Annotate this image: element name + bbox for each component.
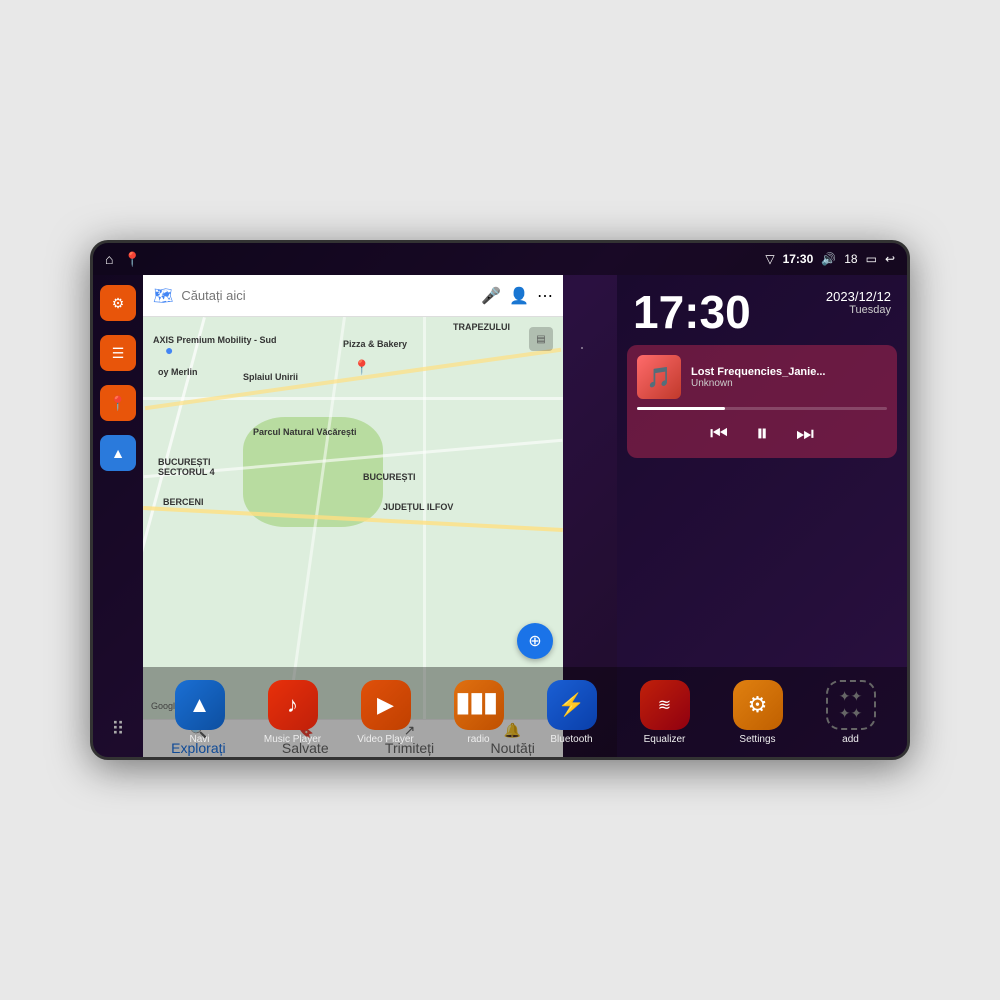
album-art: 🎵	[637, 355, 681, 399]
track-meta: Lost Frequencies_Janie... Unknown	[691, 366, 887, 389]
settings-label: Settings	[739, 734, 775, 745]
video-player-label: Video Player	[357, 734, 414, 745]
app-music-player[interactable]: ♪ Music Player	[259, 680, 327, 745]
music-player-icon: ♪	[268, 680, 318, 730]
navi-label: Navi	[189, 734, 209, 745]
prev-track-btn[interactable]: ⏮	[710, 423, 728, 446]
map-pizza-label: Pizza & Bakery	[343, 339, 407, 349]
progress-fill	[637, 407, 725, 410]
car-head-unit: ⌂ 📍 ▽ 17:30 🔊 18 ▭ ↩	[90, 240, 910, 760]
app-navi[interactable]: ▲ Navi	[166, 680, 234, 745]
map-bucuresti-label: BUCUREȘTI	[363, 472, 416, 482]
map-search-input[interactable]	[181, 288, 473, 303]
sidebar-apps-btn[interactable]: ⠿	[100, 711, 136, 747]
mic-icon[interactable]: 🎤	[481, 286, 501, 306]
map-park-label: Parcul Natural Văcărești	[253, 427, 357, 437]
sidebar-maps-btn[interactable]: 📍	[100, 385, 136, 421]
home-icon[interactable]: ⌂	[105, 251, 113, 267]
add-label: add	[842, 734, 859, 745]
clock-time: 17:30	[633, 289, 751, 335]
map-splaiul-label: Splaiul Unirii	[243, 372, 298, 382]
app-settings[interactable]: ⚙ Settings	[724, 680, 792, 745]
app-radio[interactable]: ▊▊▊ radio	[445, 680, 513, 745]
app-video-player[interactable]: ▶ Video Player	[352, 680, 420, 745]
back-icon[interactable]: ↩	[885, 252, 895, 266]
music-controls: ⏮ ⏸ ⏭	[637, 420, 887, 448]
map-marker-icon[interactable]: 📍	[123, 251, 140, 268]
app-add[interactable]: ✦✦✦✦ add	[817, 680, 885, 745]
equalizer-label: Equalizer	[644, 734, 686, 745]
map-berceni-label: BERCENI	[163, 497, 204, 507]
progress-bar[interactable]	[637, 407, 887, 410]
track-artist: Unknown	[691, 378, 887, 389]
settings-icon: ⚙	[733, 680, 783, 730]
sidebar-settings-btn[interactable]: ⚙	[100, 285, 136, 321]
radio-label: radio	[467, 734, 489, 745]
track-name: Lost Frequencies_Janie...	[691, 366, 887, 378]
map-pin-google[interactable]: ●	[165, 342, 173, 358]
map-view[interactable]: AXIS Premium Mobility - Sud Pizza & Bake…	[143, 317, 563, 719]
main-content: ⚙ ☰ 📍 ▲ ⠿ 🗺 🎤 👤 ⋯	[93, 275, 907, 757]
equalizer-icon: ≋	[640, 680, 690, 730]
map-location-fab[interactable]: ⊕	[517, 623, 553, 659]
app-bluetooth[interactable]: ⚡ Bluetooth	[538, 680, 606, 745]
map-corner-btn[interactable]: ▤	[529, 327, 553, 351]
wifi-icon: ▽	[765, 252, 774, 266]
add-icon: ✦✦✦✦	[826, 680, 876, 730]
maps-logo-icon: 🗺	[153, 286, 173, 306]
bluetooth-label: Bluetooth	[550, 734, 592, 745]
clock-widget: 17:30 2023/12/12 Tuesday	[617, 275, 907, 345]
music-track-info: 🎵 Lost Frequencies_Janie... Unknown	[637, 355, 887, 399]
account-icon[interactable]: 👤	[509, 286, 529, 306]
map-search-bar: 🗺 🎤 👤 ⋯	[143, 275, 563, 317]
screen: ⌂ 📍 ▽ 17:30 🔊 18 ▭ ↩	[93, 243, 907, 757]
map-merlin-label: oy Merlin	[158, 367, 198, 377]
app-equalizer[interactable]: ≋ Equalizer	[631, 680, 699, 745]
battery-icon: ▭	[866, 252, 877, 266]
app-grid: ▲ Navi ♪ Music Player ▶ Video Player	[143, 667, 907, 757]
sidebar-files-btn[interactable]: ☰	[100, 335, 136, 371]
map-trapezului-label: TRAPEZULUI	[453, 322, 510, 332]
status-time: 17:30	[783, 252, 814, 266]
radio-icon: ▊▊▊	[454, 680, 504, 730]
video-player-icon: ▶	[361, 680, 411, 730]
next-track-btn[interactable]: ⏭	[796, 423, 814, 446]
bluetooth-icon: ⚡	[547, 680, 597, 730]
more-icon[interactable]: ⋯	[537, 286, 553, 306]
map-sector-label: BUCUREȘTISECTORUL 4	[158, 457, 215, 477]
music-player-label: Music Player	[264, 734, 321, 745]
status-bar: ⌂ 📍 ▽ 17:30 🔊 18 ▭ ↩	[93, 243, 907, 275]
battery-num: 18	[844, 252, 857, 266]
map-pin-park[interactable]: 📍	[353, 359, 370, 376]
map-judet-label: JUDEȚUL ILFOV	[383, 502, 453, 512]
sidebar-nav-btn[interactable]: ▲	[100, 435, 136, 471]
music-widget: 🎵 Lost Frequencies_Janie... Unknown ⏮ ⏸ …	[627, 345, 897, 458]
navi-icon: ▲	[175, 680, 225, 730]
volume-icon: 🔊	[821, 252, 836, 266]
pause-btn[interactable]: ⏸	[756, 420, 768, 448]
sidebar: ⚙ ☰ 📍 ▲ ⠿	[93, 275, 143, 757]
clock-date: 2023/12/12 Tuesday	[826, 289, 891, 316]
